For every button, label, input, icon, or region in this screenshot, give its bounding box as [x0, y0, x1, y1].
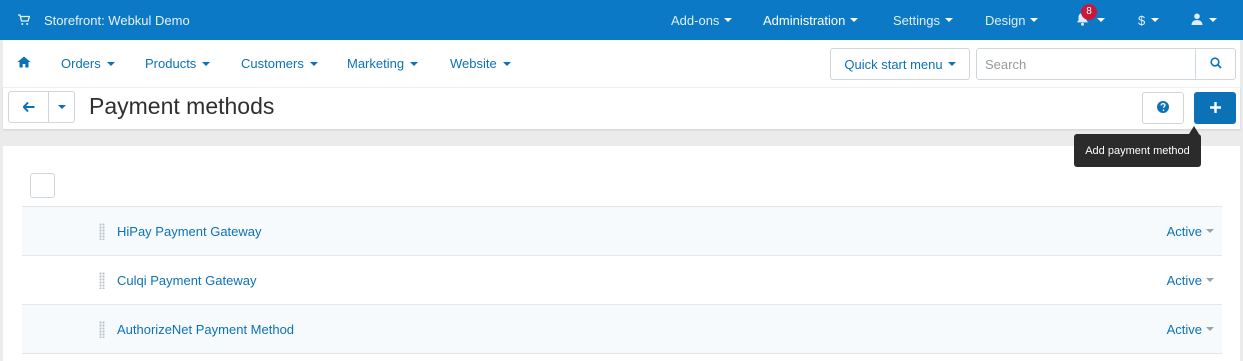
currency-menu[interactable]: $ — [1138, 0, 1160, 40]
user-menu[interactable] — [1191, 0, 1217, 40]
quick-start-menu-button[interactable]: Quick start menu — [830, 48, 970, 80]
nav-products-label: Products — [145, 56, 197, 71]
storefront-title: Storefront: Webkul Demo — [44, 12, 190, 28]
payment-method-name[interactable]: AuthorizeNet Payment Method — [117, 322, 294, 337]
back-dropdown-button[interactable] — [48, 91, 75, 123]
chevron-down-icon — [1030, 18, 1039, 22]
drag-handle-icon[interactable] — [99, 223, 105, 240]
status-label: Active — [1166, 321, 1202, 337]
chevron-down-icon — [944, 18, 953, 22]
menu-administration[interactable]: Administration — [763, 0, 859, 40]
menu-settings-label: Settings — [893, 12, 940, 28]
chevron-down-icon — [502, 61, 511, 66]
search-icon — [1209, 56, 1222, 72]
nav-customers-label: Customers — [241, 56, 304, 71]
drag-handle-icon[interactable] — [99, 272, 105, 289]
currency-label: $ — [1138, 12, 1146, 28]
status-dropdown[interactable]: Active — [1167, 322, 1214, 337]
chevron-down-icon — [1206, 278, 1214, 282]
table-divider — [22, 353, 1222, 354]
nav-marketing-label: Marketing — [347, 56, 405, 71]
page-title: Payment methods — [89, 93, 275, 119]
add-payment-method-button[interactable] — [1194, 92, 1236, 124]
table-row[interactable]: HiPay Payment Gateway Active — [22, 206, 1222, 255]
chevron-down-icon — [724, 18, 733, 22]
status-dropdown[interactable]: Active — [1167, 224, 1214, 239]
payment-method-name[interactable]: HiPay Payment Gateway — [117, 224, 262, 239]
status-label: Active — [1166, 223, 1202, 239]
chevron-down-icon — [947, 62, 956, 66]
menu-design[interactable]: Design — [985, 0, 1039, 40]
menu-addons[interactable]: Add-ons — [671, 0, 733, 40]
chevron-down-icon — [106, 61, 115, 66]
nav-customers[interactable]: Customers — [241, 40, 318, 87]
chevron-down-icon — [57, 105, 66, 109]
chevron-down-icon — [850, 18, 859, 22]
back-button[interactable] — [8, 91, 49, 123]
chevron-down-icon — [1206, 229, 1214, 233]
arrow-left-icon — [21, 100, 35, 115]
quick-start-label: Quick start menu — [844, 56, 943, 72]
drag-handle-icon[interactable] — [99, 321, 105, 338]
home-icon — [17, 56, 31, 71]
notifications-badge: 8 — [1081, 4, 1097, 20]
top-bar: Storefront: Webkul Demo — [0, 0, 1243, 40]
plus-icon — [1209, 101, 1221, 116]
status-dropdown[interactable]: Active — [1167, 273, 1214, 288]
add-payment-method-tooltip: Add payment method — [1074, 134, 1201, 167]
chevron-down-icon — [410, 61, 419, 66]
tooltip-arrow — [1189, 126, 1199, 134]
question-icon — [1157, 100, 1169, 116]
nav-orders-label: Orders — [61, 56, 101, 71]
chevron-down-icon — [202, 61, 211, 66]
menu-design-label: Design — [985, 12, 1026, 28]
chevron-down-icon — [309, 61, 318, 66]
nav-orders[interactable]: Orders — [61, 40, 115, 87]
search-input[interactable] — [976, 48, 1196, 80]
chevron-down-icon — [1206, 327, 1214, 331]
chevron-down-icon — [1209, 18, 1217, 22]
table-row[interactable]: AuthorizeNet Payment Method Active — [22, 304, 1222, 353]
nav-products[interactable]: Products — [145, 40, 211, 87]
payment-method-name[interactable]: Culqi Payment Gateway — [117, 273, 256, 288]
user-icon — [1191, 13, 1203, 28]
search-button[interactable] — [1195, 48, 1236, 80]
status-label: Active — [1166, 272, 1202, 288]
chevron-down-icon — [1097, 18, 1105, 22]
chevron-down-icon — [1151, 18, 1160, 22]
menu-addons-label: Add-ons — [671, 12, 720, 28]
menu-settings[interactable]: Settings — [893, 0, 953, 40]
nav-website-label: Website — [450, 56, 497, 71]
table-row[interactable]: Culqi Payment Gateway Active — [22, 255, 1222, 304]
select-all-checkbox[interactable] — [30, 173, 55, 198]
menu-administration-label: Administration — [763, 12, 846, 28]
storefront-link[interactable]: Storefront: Webkul Demo — [18, 0, 190, 40]
cart-icon — [18, 14, 31, 26]
nav-website[interactable]: Website — [450, 40, 511, 87]
help-button[interactable] — [1142, 92, 1184, 124]
home-link[interactable] — [17, 40, 31, 87]
nav-marketing[interactable]: Marketing — [347, 40, 419, 87]
